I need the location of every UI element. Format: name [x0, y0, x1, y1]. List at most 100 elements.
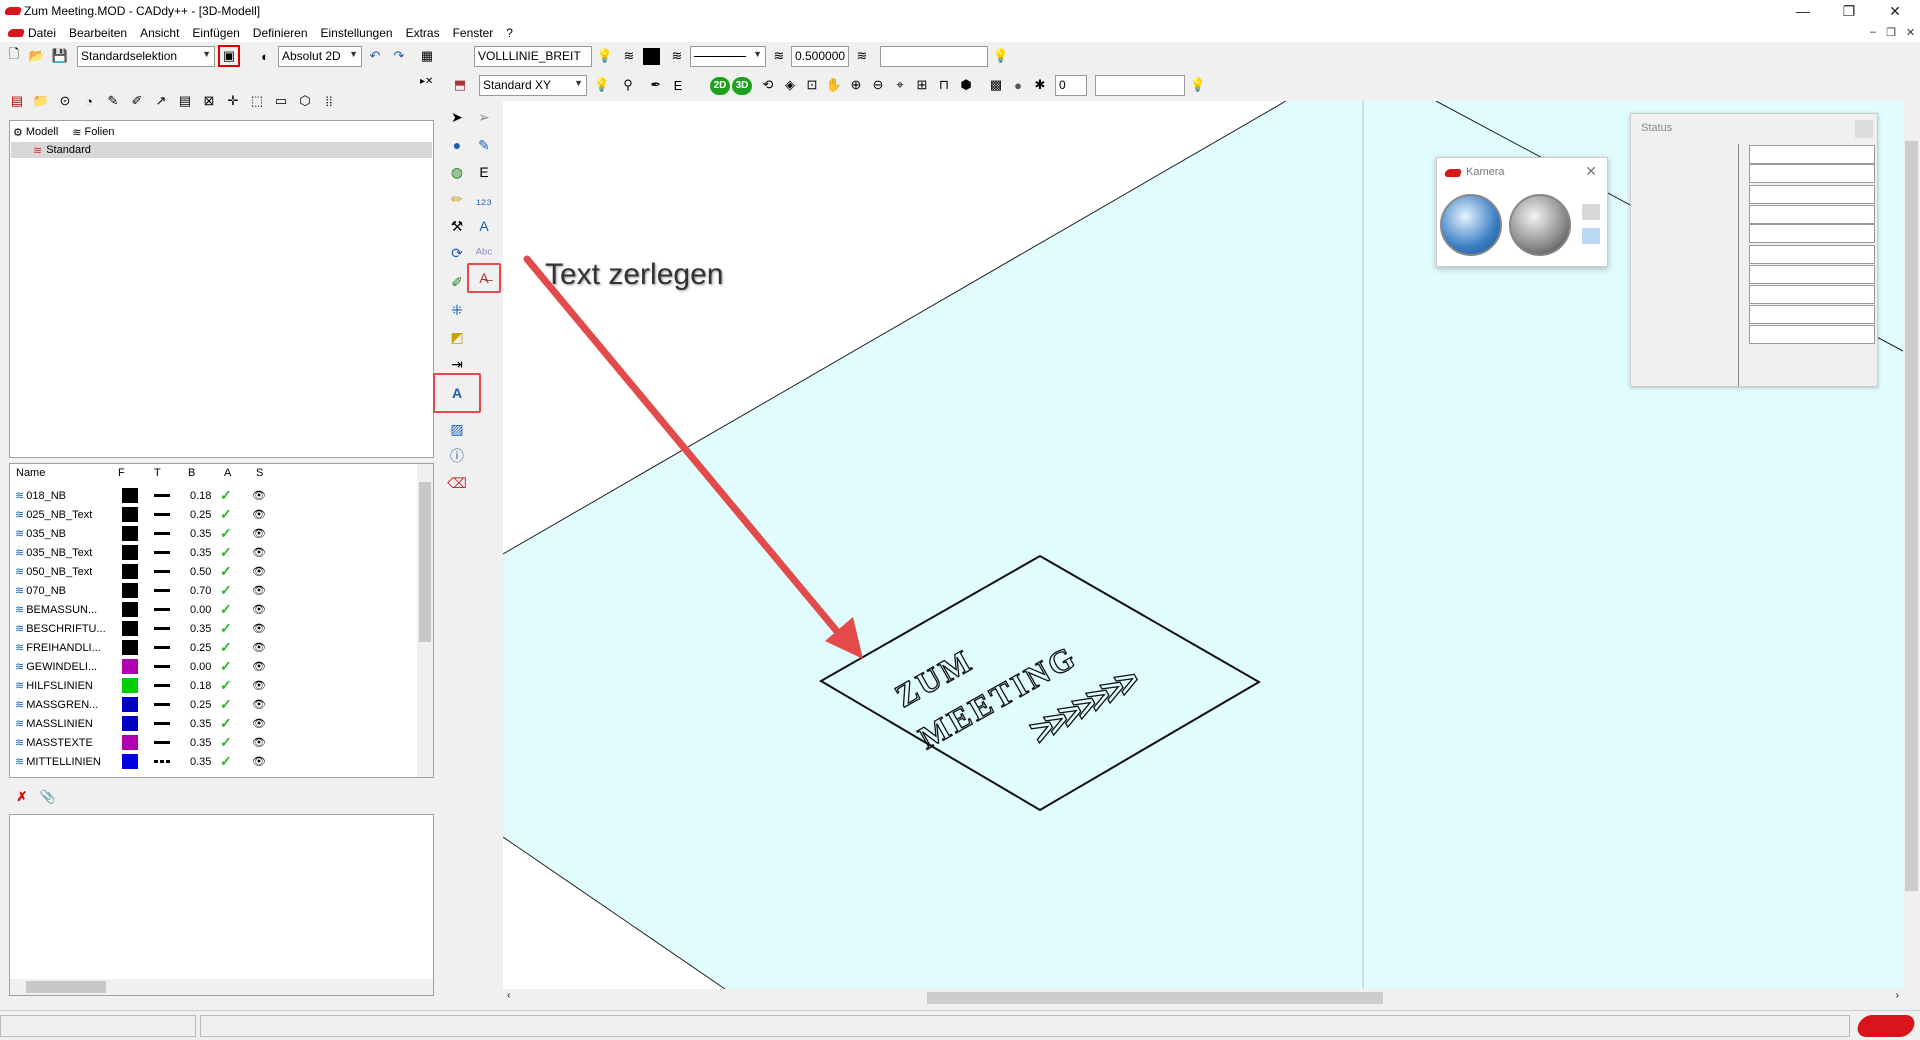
- check-icon[interactable]: ✓: [220, 525, 252, 542]
- layer-color-swatch[interactable]: [122, 716, 138, 731]
- layer-linetype[interactable]: [154, 703, 170, 706]
- layer-width[interactable]: 0.35: [190, 756, 220, 768]
- layer-row[interactable]: ≋ BESCHRIFTU... 0.35 ✓ 👁: [15, 619, 415, 638]
- zoom-window-icon[interactable]: ⊡: [801, 74, 823, 96]
- layer-width[interactable]: 0.18: [190, 680, 220, 692]
- layer-width[interactable]: 0.35: [190, 737, 220, 749]
- menu-datei[interactable]: Datei: [28, 26, 56, 40]
- layer-search-icon[interactable]: ⊙: [54, 90, 76, 112]
- layer-width[interactable]: 0.18: [190, 490, 220, 502]
- view-2d-button[interactable]: 2D: [710, 77, 730, 95]
- text-zerlegen-button[interactable]: A̶: [467, 263, 501, 293]
- layer-row[interactable]: ≋ BEMASSUN... 0.00 ✓ 👁: [15, 600, 415, 619]
- scroll-right-icon[interactable]: ›: [1896, 990, 1899, 1001]
- grid-dots-icon[interactable]: ⁞⁞: [318, 90, 340, 112]
- layer-linetype[interactable]: [154, 494, 170, 497]
- layer-color-swatch[interactable]: [122, 640, 138, 655]
- hatch-icon[interactable]: ▤: [174, 90, 196, 112]
- menu-extras[interactable]: Extras: [406, 26, 440, 40]
- layer-linetype[interactable]: [154, 627, 170, 630]
- layer-manager-icon[interactable]: ▤: [6, 90, 28, 112]
- folien-tree-item[interactable]: ≋ Standard: [11, 142, 432, 158]
- coord-mode-combo[interactable]: Absolut 2D ▼: [278, 46, 362, 67]
- layer-row[interactable]: ≋ MITTELLINIEN 0.35 ✓ 👁: [15, 752, 415, 771]
- tab-folien[interactable]: ≋ Folien: [68, 125, 119, 139]
- check-icon[interactable]: ✓: [220, 715, 252, 732]
- perspective-icon[interactable]: ◈: [779, 74, 801, 96]
- tools-icon[interactable]: ⚒: [445, 214, 469, 238]
- camera-close-icon[interactable]: ✕: [1585, 163, 1597, 180]
- menu-einfuegen[interactable]: Einfügen: [192, 26, 239, 40]
- layer-color-swatch[interactable]: [122, 526, 138, 541]
- e-icon[interactable]: E: [667, 74, 689, 96]
- layer-width[interactable]: 0.00: [190, 661, 220, 673]
- layer-stack-icon-2[interactable]: ≋: [666, 45, 688, 67]
- shade-cube-icon[interactable]: ⬢: [955, 74, 977, 96]
- new-file-icon[interactable]: 🗋: [3, 45, 25, 67]
- sphere-icon[interactable]: ●: [1007, 74, 1029, 96]
- snap-icon[interactable]: ◐: [254, 45, 276, 67]
- canvas-hscrollbar[interactable]: ‹ ›: [503, 989, 1903, 1006]
- green-pen-icon[interactable]: ✐: [445, 270, 469, 294]
- zoom-all-icon[interactable]: ⌖: [889, 74, 911, 96]
- refresh-icon[interactable]: ⟳: [445, 241, 469, 265]
- layer-width[interactable]: 0.25: [190, 509, 220, 521]
- layer-width[interactable]: 0.35: [190, 528, 220, 540]
- eye-icon[interactable]: 👁: [252, 660, 266, 673]
- layer-width[interactable]: 0.25: [190, 642, 220, 654]
- scrollbar-thumb[interactable]: [419, 482, 431, 642]
- check-icon[interactable]: ✓: [220, 639, 252, 656]
- pen-icon[interactable]: ✒: [645, 74, 667, 96]
- check-icon[interactable]: ✓: [220, 544, 252, 561]
- box-icon[interactable]: ⬡: [294, 90, 316, 112]
- layer-row[interactable]: ≋ FREIHANDLI... 0.25 ✓ 👁: [15, 638, 415, 657]
- layer-linetype[interactable]: [154, 551, 170, 554]
- mdi-close-button[interactable]: ✕: [1906, 26, 1915, 39]
- delete-x-icon[interactable]: ✗: [11, 786, 33, 808]
- number-spinner[interactable]: 0: [1055, 75, 1087, 96]
- hatch-tool-icon[interactable]: ▨: [445, 417, 469, 441]
- eye-icon[interactable]: 👁: [252, 622, 266, 635]
- minimize-button[interactable]: —: [1780, 0, 1826, 24]
- folder-bulb-icon[interactable]: 💡: [990, 45, 1012, 67]
- close-button[interactable]: ✕: [1872, 0, 1918, 24]
- layer-linetype[interactable]: [154, 532, 170, 535]
- section-icon[interactable]: ⊓: [933, 74, 955, 96]
- layer-bulb-icon[interactable]: 💡: [594, 45, 616, 67]
- check-icon[interactable]: ✓: [220, 677, 252, 694]
- layer-width[interactable]: 0.35: [190, 547, 220, 559]
- menu-bearbeiten[interactable]: Bearbeiten: [69, 26, 127, 40]
- numbering-icon[interactable]: ₁₂₃: [472, 187, 496, 211]
- layer-row[interactable]: ≋ GEWINDELI... 0.00 ✓ 👁: [15, 657, 415, 676]
- eye-icon[interactable]: 👁: [252, 508, 266, 521]
- check-icon[interactable]: ✓: [220, 582, 252, 599]
- vscroll-thumb[interactable]: [1905, 141, 1918, 891]
- layer-color-swatch[interactable]: [122, 507, 138, 522]
- layer-width[interactable]: 0.50: [190, 566, 220, 578]
- check-icon[interactable]: ✓: [220, 563, 252, 580]
- check-icon[interactable]: ✓: [220, 620, 252, 637]
- layer-color-swatch[interactable]: [122, 735, 138, 750]
- view-cube-icon[interactable]: ⬒: [449, 74, 471, 96]
- toolbar2-text-field[interactable]: [1095, 75, 1185, 96]
- select-arrow-icon[interactable]: ➤: [445, 105, 469, 129]
- layer-color-swatch[interactable]: [122, 488, 138, 503]
- layer-linetype[interactable]: [154, 513, 170, 516]
- layer-row[interactable]: ≋ MASSLINIEN 0.35 ✓ 👁: [15, 714, 415, 733]
- view-combo[interactable]: Standard XY ▼: [479, 75, 587, 96]
- eye-icon[interactable]: 👁: [252, 527, 266, 540]
- mdi-restore-button[interactable]: ❐: [1886, 26, 1896, 39]
- layer-linetype[interactable]: [154, 665, 170, 668]
- hatch-pattern-icon[interactable]: ▩: [985, 74, 1007, 96]
- eye-icon[interactable]: 👁: [252, 679, 266, 692]
- check-icon[interactable]: ✓: [220, 487, 252, 504]
- eye-icon[interactable]: 👁: [252, 641, 266, 654]
- layer-width[interactable]: 0.25: [190, 699, 220, 711]
- eye-icon[interactable]: 👁: [252, 755, 266, 768]
- dimension-icon[interactable]: ↗: [150, 90, 172, 112]
- text-abc-icon[interactable]: A: [472, 214, 496, 238]
- grid-icon[interactable]: ▦: [416, 45, 438, 67]
- layer-stack-icon-4[interactable]: ≋: [851, 45, 873, 67]
- rotate-icon[interactable]: ⟲: [757, 74, 779, 96]
- layer-linetype[interactable]: [154, 570, 170, 573]
